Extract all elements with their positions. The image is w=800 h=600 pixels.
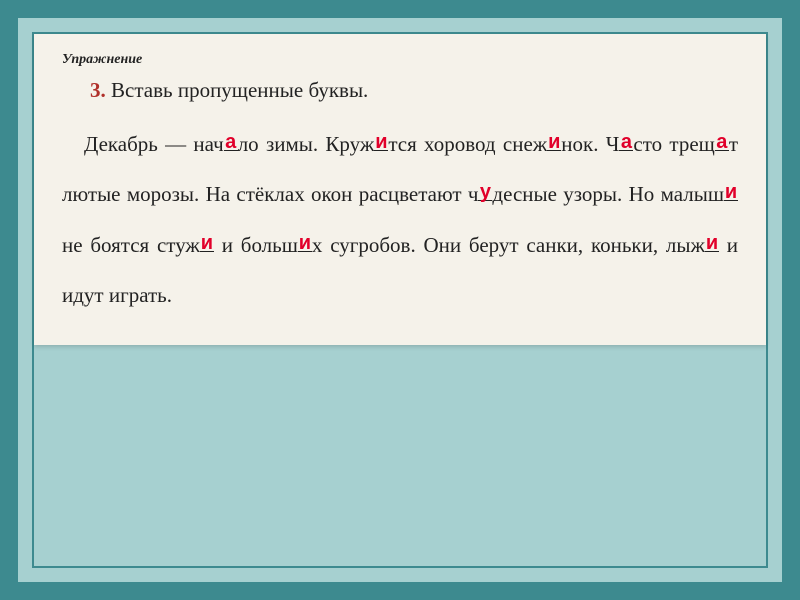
- task-instruction: Вставь пропущенные буквы.: [111, 78, 368, 102]
- exercise-body: Декабрь — начало зимы. Кружится хоровод …: [62, 119, 738, 321]
- answer-4: а: [621, 132, 632, 152]
- task-number: 3.: [90, 78, 106, 102]
- inner-frame: Упражнение 3. Вставь пропущенные буквы. …: [32, 32, 768, 568]
- blank-5[interactable]: а: [715, 130, 729, 151]
- blank-8[interactable]: и: [200, 231, 214, 252]
- answer-7: и: [725, 182, 737, 202]
- answer-5: а: [716, 132, 727, 152]
- text-seg: не боятся стуж: [62, 233, 200, 257]
- blank-6[interactable]: у: [478, 180, 492, 201]
- task-title: 3. Вставь пропущенные буквы.: [90, 78, 738, 103]
- text-seg: ло зимы. Круж: [238, 132, 375, 156]
- answer-1: а: [225, 132, 236, 152]
- blank-10[interactable]: и: [705, 231, 719, 252]
- text-seg: десные узоры. Но ма­лыш: [492, 182, 724, 206]
- text-seg: и больш: [214, 233, 298, 257]
- answer-3: и: [548, 132, 560, 152]
- text-seg: сто трещ: [633, 132, 714, 156]
- exercise-paper: Упражнение 3. Вставь пропущенные буквы. …: [34, 34, 766, 345]
- text-seg: х сугробов. Они берут санки, коньки, лыж: [312, 233, 705, 257]
- blank-2[interactable]: и: [374, 130, 388, 151]
- answer-9: и: [299, 233, 311, 253]
- text-seg: Декабрь — нач: [84, 132, 224, 156]
- answer-8: и: [201, 233, 213, 253]
- answer-2: и: [375, 132, 387, 152]
- exercise-label: Упражнение: [62, 52, 738, 68]
- outer-frame: Упражнение 3. Вставь пропущенные буквы. …: [0, 0, 800, 600]
- blank-7[interactable]: и: [724, 180, 738, 201]
- blank-4[interactable]: а: [619, 130, 633, 151]
- answer-10: и: [706, 233, 718, 253]
- blank-1[interactable]: а: [224, 130, 238, 151]
- text-seg: нок. Ч: [561, 132, 619, 156]
- text-seg: тся хоровод снеж: [388, 132, 547, 156]
- answer-6: у: [480, 182, 491, 202]
- blank-3[interactable]: и: [547, 130, 561, 151]
- blank-9[interactable]: и: [298, 231, 312, 252]
